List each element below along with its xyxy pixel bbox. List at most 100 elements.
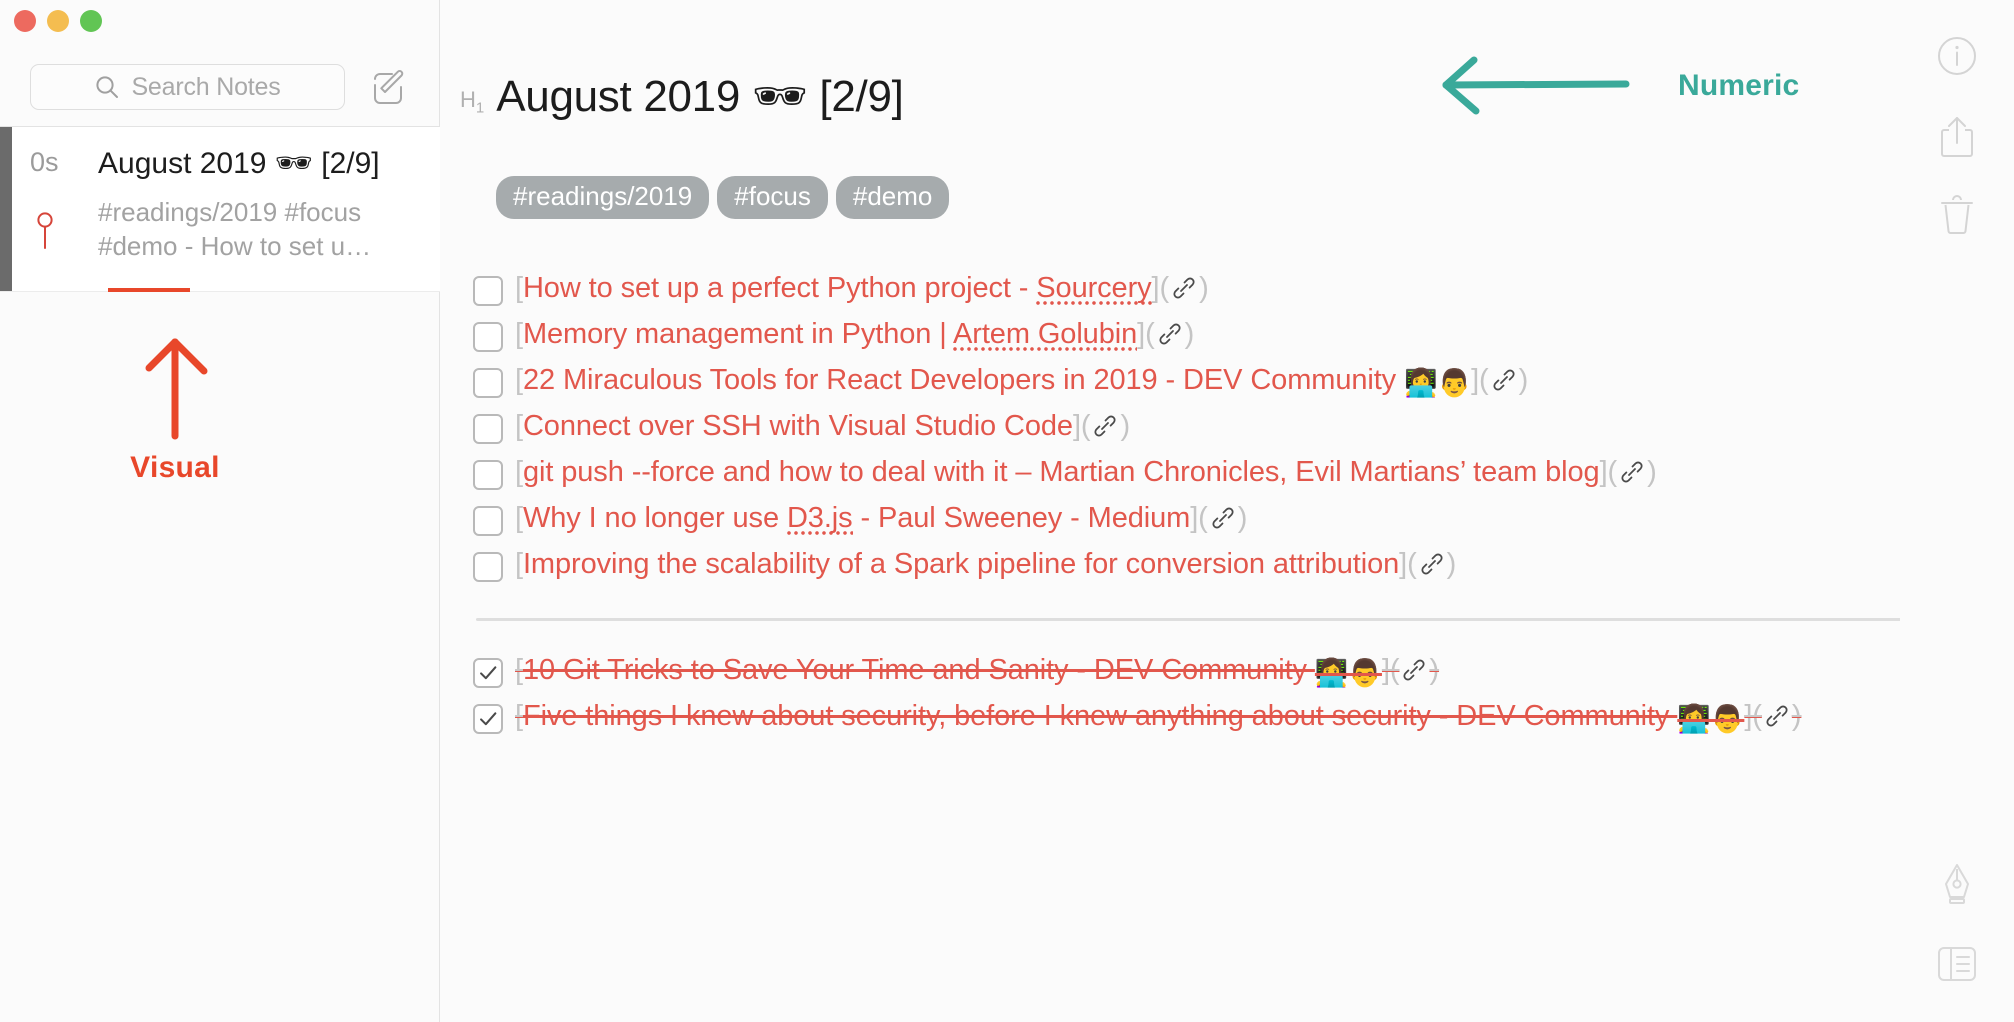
pin-icon (32, 210, 58, 259)
note-meta: 0s (0, 127, 98, 291)
share-button[interactable] (1931, 112, 1983, 164)
todo-checkbox[interactable] (473, 552, 503, 582)
todo-link-title[interactable]: 10 Git Tricks to Save Your Time and Sani… (523, 654, 1315, 686)
misspelled-word: Sourcery (1036, 272, 1152, 307)
heading-marker-level: 1 (475, 99, 485, 117)
link-icon[interactable] (1764, 703, 1790, 737)
markdown-close-bracket: ]( (1072, 410, 1091, 443)
misspelled-word: Artem Golubin (953, 318, 1138, 353)
page-title[interactable]: August 2019 🕶 [2/9] (496, 70, 904, 122)
tag-pill[interactable]: #demo (835, 176, 950, 220)
pen-nib-icon (1937, 862, 1977, 915)
markdown-open-bracket: [ (515, 272, 523, 305)
todo-item[interactable]: [git push --force and how to deal with i… (460, 452, 2014, 498)
todo-label: [Memory management in Python | Artem Gol… (515, 318, 1195, 355)
markdown-open-bracket: [ (515, 548, 523, 581)
maximize-window-button[interactable] (80, 10, 102, 32)
misspelled-word: D3.js (786, 502, 853, 537)
info-icon (1937, 36, 1977, 81)
markdown-close-bracket: ]( (1381, 654, 1400, 687)
todo-checkbox[interactable] (473, 460, 503, 490)
note-list-item[interactable]: 0s August 2019 🕶 [2/9] #readings/2019 #f… (0, 127, 440, 292)
todo-item[interactable]: [Memory management in Python | Artem Gol… (460, 314, 2014, 360)
todo-link-title[interactable]: Memory management in Python | Artem Golu… (523, 318, 1138, 353)
link-icon[interactable] (1491, 367, 1517, 401)
note-active-underline (108, 288, 190, 292)
note-title: August 2019 🕶 [2/9] (98, 147, 380, 180)
todo-link-title[interactable]: Connect over SSH with Visual Studio Code (523, 410, 1073, 442)
minimize-window-button[interactable] (47, 10, 69, 32)
todo-checkbox[interactable] (473, 658, 503, 688)
todo-link-title[interactable]: Why I no longer use D3.js - Paul Sweeney… (523, 502, 1190, 537)
markdown-end-paren: ) (1237, 502, 1248, 535)
arrow-left-icon (1442, 56, 1630, 115)
link-icon[interactable] (1157, 321, 1183, 355)
tag-pill[interactable]: #focus (717, 176, 828, 220)
todo-item[interactable]: [Why I no longer use D3.js - Paul Sweene… (460, 498, 2014, 544)
window-traffic-lights (14, 10, 102, 32)
todo-link-title[interactable]: How to set up a perfect Python project -… (523, 272, 1152, 307)
link-icon[interactable] (1619, 459, 1645, 493)
link-icon[interactable] (1419, 551, 1445, 585)
arrow-up-icon (145, 338, 208, 440)
markdown-open-bracket: [ (515, 318, 523, 351)
sidebar: Search Notes 0s August 2019 🕶 [2/9] #rea… (0, 0, 440, 1022)
todo-checkbox[interactable] (473, 276, 503, 306)
todo-item[interactable]: [Five things I knew about security, befo… (460, 696, 2014, 742)
todo-item[interactable]: [How to set up a perfect Python project … (460, 268, 2014, 314)
link-icon[interactable] (1092, 413, 1118, 447)
markdown-open-bracket: [ (515, 456, 523, 489)
tag-pill[interactable]: #readings/2019 (496, 176, 710, 220)
markdown-open-bracket: [ (515, 502, 523, 535)
todo-checkbox[interactable] (473, 322, 503, 352)
todo-item[interactable]: [10 Git Tricks to Save Your Time and San… (460, 650, 2014, 696)
note-selected-indicator (0, 127, 12, 291)
share-icon (1937, 114, 1977, 163)
todo-checkbox[interactable] (473, 704, 503, 734)
note-body: August 2019 🕶 [2/9] #readings/2019 #focu… (98, 127, 440, 291)
link-icon[interactable] (1171, 275, 1197, 309)
note-age: 0s (30, 147, 59, 177)
markdown-end-paren: ) (1647, 456, 1657, 489)
todo-item[interactable]: [Improving the scalability of a Spark pi… (460, 544, 2014, 590)
todo-checkbox[interactable] (473, 506, 503, 536)
compose-note-icon[interactable] (367, 66, 409, 108)
preview-layout-button[interactable] (1931, 940, 1983, 992)
todo-item[interactable]: [Connect over SSH with Visual Studio Cod… (460, 406, 2014, 452)
markdown-close-bracket: ]( (1471, 364, 1489, 397)
markdown-open-bracket: [ (515, 700, 523, 733)
note-editor: H1 August 2019 🕶 [2/9] Numeric #readings… (440, 0, 2014, 1022)
todo-label: [10 Git Tricks to Save Your Time and San… (515, 654, 1439, 691)
search-input[interactable]: Search Notes (30, 64, 345, 110)
annotation-visual: Visual (105, 330, 245, 485)
markdown-end-paren: ) (1184, 318, 1195, 351)
todo-link-title[interactable]: Improving the scalability of a Spark pip… (523, 548, 1399, 580)
markdown-end-paren: ) (1518, 364, 1529, 397)
link-icon[interactable] (1210, 505, 1236, 539)
right-toolbar (1900, 0, 2014, 1022)
todo-link-title[interactable]: git push --force and how to deal with it… (523, 456, 1600, 488)
info-button[interactable] (1931, 32, 1983, 84)
heading-marker-letter: H (460, 87, 476, 112)
todo-checkbox[interactable] (473, 368, 503, 398)
tag-row: #readings/2019 #focus #demo (496, 176, 950, 220)
search-row: Search Notes (0, 56, 440, 118)
todo-list-done: [10 Git Tricks to Save Your Time and San… (460, 650, 2014, 742)
todo-link-title[interactable]: Five things I knew about security, befor… (523, 700, 1677, 732)
markdown-pen-button[interactable] (1931, 862, 1983, 914)
todo-checkbox[interactable] (473, 414, 503, 444)
todo-link-title[interactable]: 22 Miraculous Tools for React Developers… (523, 364, 1404, 396)
book-layout-icon (1936, 943, 1978, 990)
todo-item[interactable]: [22 Miraculous Tools for React Developer… (460, 360, 2014, 406)
delete-button[interactable] (1931, 190, 1983, 242)
annotation-numeric: Numeric (1440, 55, 1799, 117)
heading-level-marker: H1 (460, 87, 484, 116)
todo-emoji: 👩‍💻👨 (1404, 368, 1472, 399)
todo-label: [Improving the scalability of a Spark pi… (515, 548, 1456, 585)
link-icon[interactable] (1401, 657, 1427, 691)
note-list: 0s August 2019 🕶 [2/9] #readings/2019 #f… (0, 127, 440, 292)
todo-emoji: 👩‍💻👨 (1677, 704, 1745, 735)
close-window-button[interactable] (14, 10, 36, 32)
markdown-open-bracket: [ (515, 654, 523, 687)
title-row: H1 August 2019 🕶 [2/9] (460, 70, 904, 122)
